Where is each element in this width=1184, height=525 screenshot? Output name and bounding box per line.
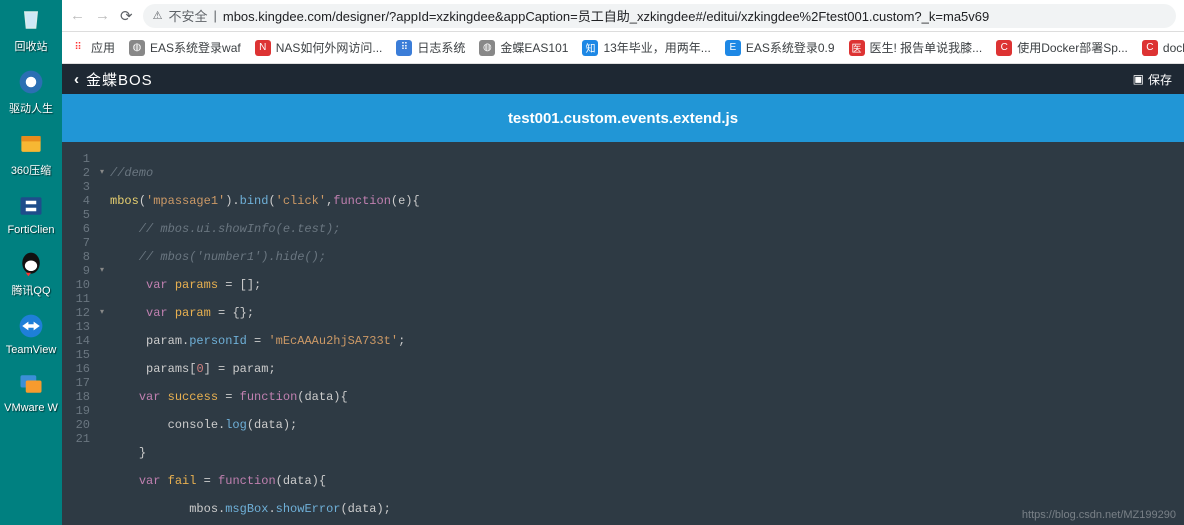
url-text: mbos.kingdee.com/designer/?appId=xzkingd… (223, 6, 989, 25)
desktop-icon-teamviewer[interactable]: TeamView (0, 306, 62, 360)
save-icon: ▣ (1133, 72, 1144, 86)
desktop-icon-qq[interactable]: 腾讯QQ (0, 244, 62, 302)
csdn-icon: C (996, 40, 1012, 56)
nav-back-icon[interactable]: ← (70, 7, 85, 24)
apps-grid-icon: ⠿ (70, 40, 86, 56)
desktop-label: 驱动人生 (9, 100, 53, 116)
desktop-label: 回收站 (15, 38, 48, 54)
apps-label: 应用 (91, 39, 115, 56)
teamviewer-icon (15, 310, 47, 342)
desktop-icon-forticlient[interactable]: FortiClien (0, 186, 62, 240)
bookmark-item[interactable]: ◍金蝶EAS101 (479, 39, 568, 56)
address-bar: ← → ⟳ ⚠ 不安全 | mbos.kingdee.com/designer/… (62, 0, 1184, 32)
bookmark-item[interactable]: Cdocker: (1142, 40, 1184, 56)
zhihu-icon: 知 (582, 40, 598, 56)
save-label: 保存 (1148, 71, 1172, 88)
brand-text: 金蝶BOS (86, 69, 153, 90)
log-icon: ⠿ (396, 40, 412, 56)
med-icon: 医 (849, 40, 865, 56)
bookmark-item[interactable]: C使用Docker部署Sp... (996, 39, 1128, 56)
app-top-bar: ‹ 金蝶BOS ▣ 保存 (62, 64, 1184, 94)
line-gutter: 123456789101112131415161718192021 (66, 150, 96, 525)
eas-icon: E (725, 40, 741, 56)
globe-icon: ◍ (479, 40, 495, 56)
desktop-icon-recycle[interactable]: 回收站 (0, 0, 62, 58)
nas-icon: N (255, 40, 271, 56)
app-brand: ‹ 金蝶BOS (74, 69, 153, 90)
recycle-bin-icon (15, 4, 47, 36)
desktop-label: FortiClien (7, 224, 54, 236)
file-title-bar: test001.custom.events.extend.js (62, 94, 1184, 142)
globe-icon: ◍ (129, 40, 145, 56)
desktop-label: 360压缩 (11, 162, 51, 178)
desktop-icon-vmware[interactable]: VMware W (0, 364, 62, 418)
csdn-icon: C (1142, 40, 1158, 56)
insecure-label: 不安全 (168, 6, 207, 25)
vmware-icon (15, 368, 47, 400)
save-button[interactable]: ▣ 保存 (1133, 71, 1172, 88)
desktop-label: VMware W (4, 402, 58, 414)
file-title: test001.custom.events.extend.js (508, 110, 738, 127)
zip-icon (15, 128, 47, 160)
code-area[interactable]: //demo mbos('mpassage1').bind('click',fu… (96, 150, 1180, 525)
driver-icon (15, 66, 47, 98)
warning-icon: ⚠ (153, 9, 163, 22)
bookmark-item[interactable]: ◍EAS系统登录waf (129, 39, 241, 56)
bookmark-item[interactable]: ⠿日志系统 (396, 39, 465, 56)
bookmark-item[interactable]: NNAS如何外网访问... (255, 39, 383, 56)
desktop-label: TeamView (6, 344, 57, 356)
forticlient-icon (15, 190, 47, 222)
apps-button[interactable]: ⠿ 应用 (70, 39, 115, 56)
bookmark-item[interactable]: EEAS系统登录0.9 (725, 39, 835, 56)
bookmarks-bar: ⠿ 应用 ◍EAS系统登录waf NNAS如何外网访问... ⠿日志系统 ◍金蝶… (62, 32, 1184, 64)
qq-icon (15, 248, 47, 280)
bookmark-item[interactable]: 知13年毕业，用两年... (582, 39, 710, 56)
watermark: https://blog.csdn.net/MZ199290 (1022, 509, 1176, 521)
desktop-label: 腾讯QQ (11, 282, 50, 298)
code-editor[interactable]: 123456789101112131415161718192021 //demo… (62, 142, 1184, 525)
browser-window: ← → ⟳ ⚠ 不安全 | mbos.kingdee.com/designer/… (62, 0, 1184, 525)
nav-reload-icon[interactable]: ⟳ (120, 7, 133, 25)
desktop-sidebar: 回收站 驱动人生 360压缩 FortiClien 腾讯QQ TeamView … (0, 0, 62, 525)
back-icon[interactable]: ‹ (74, 71, 80, 88)
bookmark-item[interactable]: 医医生! 报告单说我膝... (849, 39, 983, 56)
desktop-icon-360zip[interactable]: 360压缩 (0, 124, 62, 182)
url-separator: | (213, 8, 216, 23)
url-input[interactable]: ⚠ 不安全 | mbos.kingdee.com/designer/?appId… (143, 4, 1176, 28)
nav-forward-icon[interactable]: → (95, 7, 110, 24)
desktop-icon-driver[interactable]: 驱动人生 (0, 62, 62, 120)
